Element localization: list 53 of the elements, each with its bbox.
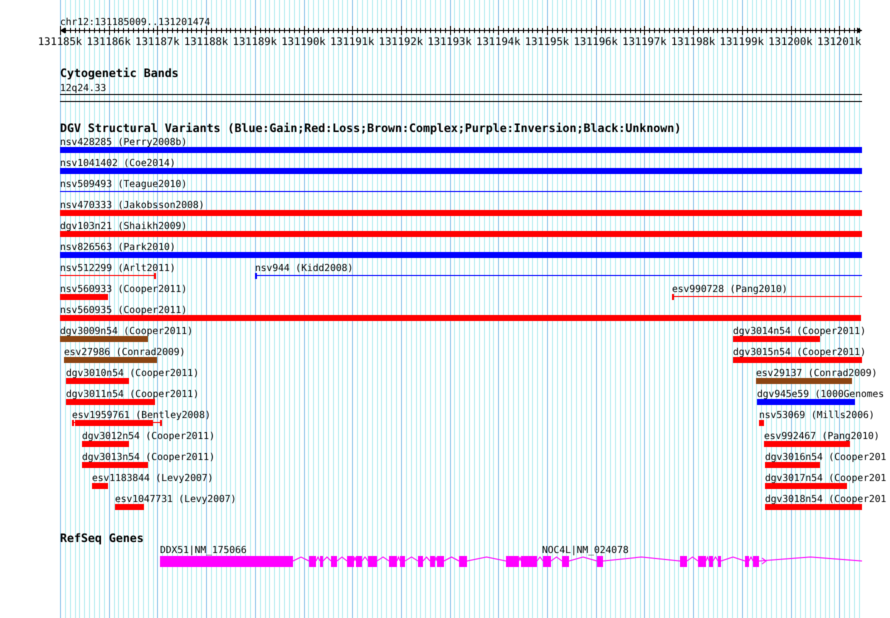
variant-label: esv27986 (Conrad2009) [64,347,186,358]
tick-label: 131186k [86,36,131,48]
variant-label: nsv944 (Kidd2008) [255,263,354,274]
variant-label: esv992467 (Pang2010) [764,431,880,442]
tick-label: 131190k [281,36,326,48]
variant-label: nsv560933 (Cooper2011) [60,284,188,295]
variant-label: dgv3016n54 (Cooper201 [765,452,886,463]
variant-label: nsv470333 (Jakobsson2008) [60,200,204,211]
variant-label: nsv1041402 (Coe2014) [60,158,176,169]
variant-label: nsv53069 (Mills2006) [759,410,875,421]
region-label: chr12:131185009..131201474 [60,17,210,28]
tick-label: 131198k [670,36,716,48]
tick-label: 131197k [622,36,667,48]
tick-label: 131187k [135,36,180,48]
gene-label: NOC4L|NM_024078 [542,545,629,556]
variant-label: dgv3009n54 (Cooper2011) [60,326,193,337]
variant-label: nsv428285 (Perry2008b) [60,137,188,148]
variant-label: dgv3011n54 (Cooper2011) [66,389,199,400]
tick-label: 131185k [38,36,82,48]
variant-label: esv990728 (Pang2010) [672,284,788,295]
variant-label: dgv3018n54 (Cooper201 [765,494,886,505]
track-title: Cytogenetic Bands [60,66,179,80]
tick-label: 131194k [476,36,520,48]
variant-label: nsv826563 (Park2010) [60,242,176,253]
variant-label: nsv560935 (Cooper2011) [60,305,188,316]
variant-label: dgv3010n54 (Cooper2011) [66,368,199,379]
tick-label: 131196k [574,36,618,48]
tick-label: 131189k [232,36,277,48]
tick-label: 131192k [378,36,424,48]
tick-label: 131193k [427,36,472,48]
variant-label: esv1047731 (Levy2007) [115,494,236,505]
variant-label: dgv3015n54 (Cooper2011) [733,347,866,358]
tick-label: 131200k [768,36,813,48]
tick-label: 131199k [720,36,764,48]
track-title: RefSeq Genes [60,531,144,545]
tick-label: 131201k [817,36,862,48]
variant-label: dgv3017n54 (Cooper201 [765,473,886,484]
variant-label: dgv103n21 (Shaikh2009) [60,221,188,232]
variant-label: dgv945e59 (1000Genomes [757,389,884,400]
variant-label: esv1959761 (Bentley2008) [72,410,211,421]
variant-label: esv1183844 (Levy2007) [92,473,214,484]
variant-label: nsv509493 (Teague2010) [60,179,188,190]
variant-label: dgv3012n54 (Cooper2011) [82,431,215,442]
variant-label: esv29137 (Conrad2009) [756,368,878,379]
track-title: DGV Structural Variants (Blue:Gain;Red:Loss;Brown:Complex;Purple:Inversion;Black:Unknown) [60,121,682,135]
variant-label: nsv512299 (Arlt2011) [60,263,176,274]
tick-label: 131191k [330,36,374,48]
tick-label: 131195k [524,36,570,48]
tick-label: 131188k [184,36,228,48]
band-label: 12q24.33 [60,83,106,94]
gene-label: DDX51|NM_175066 [160,545,247,556]
variant-label: dgv3013n54 (Cooper2011) [82,452,215,463]
variant-label: dgv3014n54 (Cooper2011) [733,326,866,337]
